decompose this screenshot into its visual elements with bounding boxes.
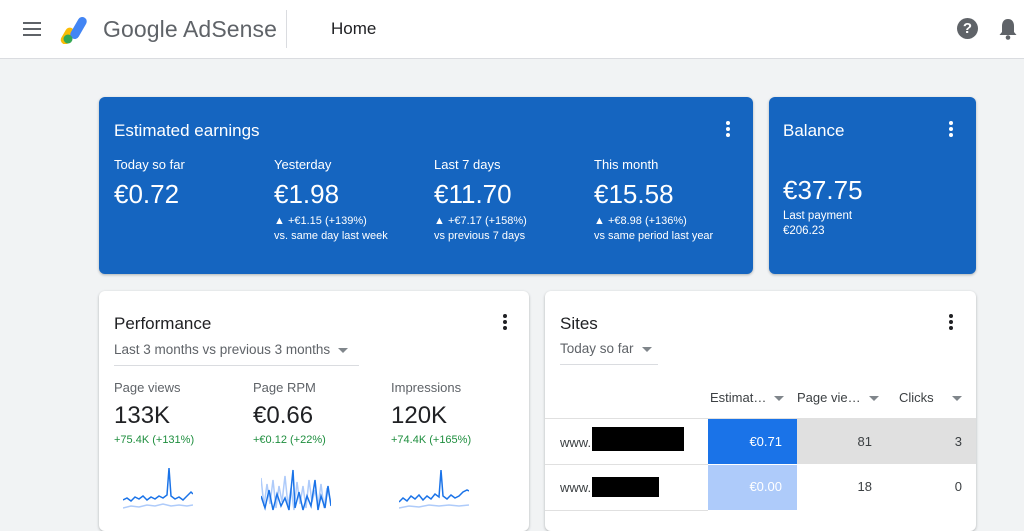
- brand-name: Google AdSense: [103, 16, 278, 42]
- metric-value: 133K: [114, 402, 171, 429]
- card-title: Performance: [114, 314, 212, 333]
- column-header-label: Page vie…: [797, 390, 861, 405]
- metric-compare: vs same period last year: [594, 230, 714, 242]
- balance-value: €37.75: [783, 175, 863, 205]
- page-title: Home: [331, 19, 377, 38]
- sites-range-select[interactable]: Today so far: [560, 341, 658, 365]
- site-name: www.: [560, 480, 592, 495]
- dropdown-caret-icon: [641, 346, 652, 352]
- table-row[interactable]: www. €0.71 81 3: [545, 419, 976, 464]
- metric-value: €0.72: [114, 179, 180, 209]
- column-header-page-views[interactable]: Page vie…: [797, 390, 879, 405]
- metric-value: €1.98: [274, 179, 340, 209]
- metric-compare: vs previous 7 days: [434, 230, 526, 242]
- metric-label: Page RPM: [253, 380, 316, 395]
- estimated-earnings-card: Estimated earnings Today so far €0.72 Ye…: [99, 97, 753, 274]
- page-views-sparkline: [123, 467, 193, 509]
- last-payment-label: Last payment: [783, 210, 853, 222]
- redacted-block: [592, 427, 684, 451]
- metric-compare: vs. same day last week: [274, 230, 388, 242]
- column-header-label: Estimat…: [710, 390, 767, 405]
- metric-delta: ▲ +€7.17 (+158%): [434, 215, 527, 227]
- metric-label: This month: [594, 157, 659, 172]
- clicks-cell: 3: [954, 434, 962, 449]
- bell-icon[interactable]: [997, 17, 1019, 41]
- page-views-cell: 81: [857, 434, 872, 449]
- metric-delta: +74.4K (+165%): [391, 434, 472, 446]
- help-icon[interactable]: ?: [957, 18, 978, 39]
- dropdown-caret-icon: [951, 396, 962, 402]
- earnings-cell: €0.00: [749, 479, 782, 494]
- page-rpm-sparkline: [261, 469, 331, 511]
- dropdown-caret-icon: [774, 396, 785, 402]
- header-divider: [286, 10, 287, 48]
- top-app-bar: Google AdSense Home ?: [0, 0, 1024, 59]
- metric-label: Page views: [114, 380, 181, 395]
- adsense-logo: [60, 17, 87, 44]
- page-views-cell: 18: [857, 479, 872, 494]
- metric-delta: +€0.12 (+22%): [253, 434, 326, 446]
- column-header-label: Clicks: [899, 390, 934, 405]
- more-vert-icon[interactable]: [941, 312, 961, 332]
- table-row[interactable]: www. €0.00 18 0: [545, 465, 976, 510]
- clicks-cell: 0: [954, 479, 962, 494]
- metric-delta: ▲ +€8.98 (+136%): [594, 215, 687, 227]
- site-name: www.: [560, 435, 592, 450]
- column-header-estimated-earnings[interactable]: Estimat…: [710, 390, 785, 405]
- last-payment-value: €206.23: [783, 225, 825, 237]
- range-label: Today so far: [560, 341, 634, 356]
- column-header-clicks[interactable]: Clicks: [899, 390, 962, 405]
- performance-card: Performance Last 3 months vs previous 3 …: [99, 291, 529, 531]
- sites-card: Sites Today so far Estimat… Page vie… Cl…: [545, 291, 976, 531]
- menu-icon[interactable]: [20, 18, 44, 40]
- metric-value: €11.70: [434, 179, 512, 209]
- more-vert-icon[interactable]: [495, 312, 515, 332]
- more-vert-icon[interactable]: [941, 119, 961, 139]
- dropdown-caret-icon: [868, 396, 879, 402]
- dropdown-caret-icon: [338, 347, 349, 353]
- card-title: Sites: [560, 314, 598, 333]
- card-title: Balance: [783, 121, 845, 140]
- metric-value: €15.58: [594, 179, 674, 209]
- metric-delta: +75.4K (+131%): [114, 434, 195, 446]
- range-label: Last 3 months vs previous 3 months: [114, 342, 331, 357]
- metric-value: €0.66: [253, 402, 314, 429]
- performance-range-select[interactable]: Last 3 months vs previous 3 months: [114, 342, 359, 366]
- card-title: Estimated earnings: [114, 121, 260, 140]
- balance-card: Balance €37.75 Last payment €206.23: [769, 97, 976, 274]
- impressions-sparkline: [399, 469, 469, 509]
- metric-label: Impressions: [391, 380, 462, 395]
- redacted-block: [592, 477, 659, 497]
- metric-label: Yesterday: [274, 157, 332, 172]
- metric-label: Last 7 days: [434, 157, 501, 172]
- table-divider: [545, 510, 708, 511]
- metric-label: Today so far: [114, 157, 185, 172]
- metric-delta: ▲ +€1.15 (+139%): [274, 215, 367, 227]
- more-vert-icon[interactable]: [718, 119, 738, 139]
- earnings-cell: €0.71: [749, 434, 782, 449]
- metric-value: 120K: [391, 402, 448, 429]
